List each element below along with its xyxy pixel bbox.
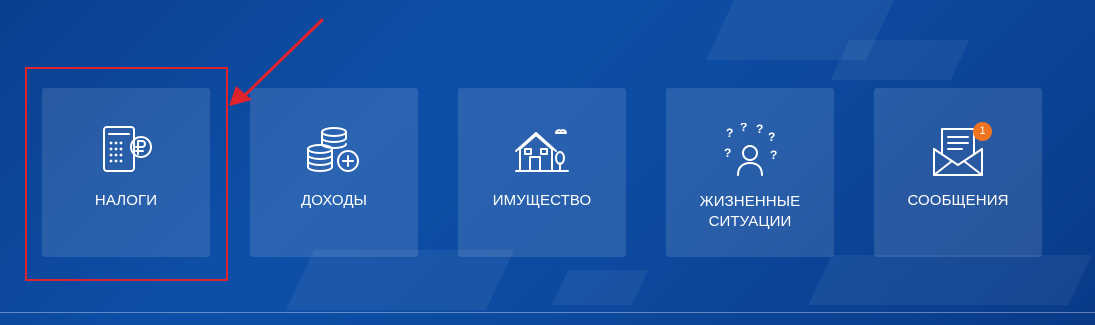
red-arrow-icon — [229, 18, 324, 106]
